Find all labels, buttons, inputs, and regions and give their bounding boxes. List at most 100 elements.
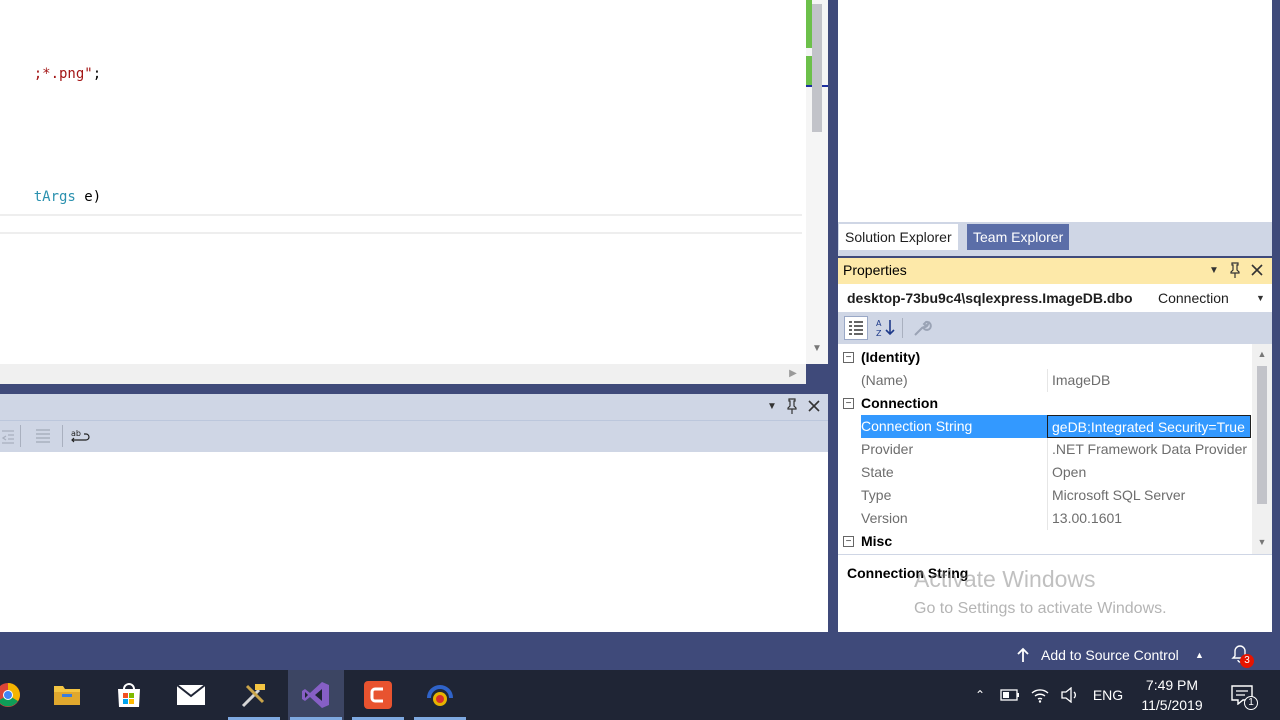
categorized-view-icon[interactable] (844, 316, 868, 340)
editor-horizontal-scrollbar[interactable]: ▶ (0, 364, 806, 384)
property-row-type[interactable]: Type Microsoft SQL Server (838, 484, 1250, 507)
tool-window-content (0, 452, 828, 632)
property-row-connection-string[interactable]: Connection String geDB;Integrated Securi… (838, 415, 1251, 438)
recorder-icon[interactable] (412, 670, 468, 720)
tools-app-icon[interactable] (226, 670, 282, 720)
property-row-provider[interactable]: Provider .NET Framework Data Provider (838, 438, 1250, 461)
code-line: ;*.png"; (0, 50, 101, 98)
property-value-editor[interactable]: geDB;Integrated Security=True (1047, 415, 1251, 438)
svg-text:A: A (876, 319, 882, 328)
tab-solution-explorer[interactable]: Solution Explorer (839, 224, 958, 250)
pin-icon[interactable] (784, 397, 800, 415)
action-center-icon[interactable]: 1 (1224, 670, 1260, 720)
category-label: (Identity) (861, 349, 921, 365)
code-token: ;*.png" (33, 66, 93, 82)
tab-team-explorer[interactable]: Team Explorer (967, 224, 1070, 250)
language-indicator[interactable]: ENG (1088, 670, 1128, 720)
toolbar-separator (902, 318, 903, 338)
property-value[interactable]: 13.00.1601 (1047, 507, 1251, 530)
chrome-icon[interactable] (0, 670, 36, 720)
add-to-source-control-button[interactable]: Add to Source Control (1041, 647, 1179, 663)
word-wrap-icon[interactable]: ab (70, 427, 92, 445)
object-type: Connection (1158, 290, 1229, 306)
category-misc[interactable]: − Misc (838, 530, 1250, 553)
close-icon[interactable] (1249, 261, 1265, 279)
caret-up-icon[interactable]: ▲ (1195, 648, 1207, 662)
property-value[interactable]: .NET Framework Data Provider (1047, 438, 1251, 461)
object-name: desktop-73bu9c4\sqlexpress.ImageDB.dbo (847, 290, 1133, 306)
category-connection[interactable]: − Connection (838, 392, 1250, 415)
property-grid: − (Identity) (Name) ImageDB − Connection… (838, 344, 1272, 554)
window-splitter[interactable] (0, 384, 828, 394)
property-row-name[interactable]: (Name) ImageDB (838, 369, 1250, 392)
status-bar: Add to Source Control ▲ 3 (0, 640, 1280, 670)
scrollbar-thumb[interactable] (1257, 366, 1267, 504)
properties-title: Properties (843, 262, 907, 278)
camtasia-icon[interactable] (350, 670, 406, 720)
decrease-indent-icon[interactable] (0, 427, 16, 445)
visual-studio-icon[interactable] (288, 670, 344, 720)
scroll-down-arrow-icon[interactable]: ▼ (810, 342, 824, 356)
chevron-down-icon[interactable]: ▼ (764, 398, 780, 416)
close-icon[interactable] (806, 397, 822, 415)
svg-text:Z: Z (876, 329, 882, 338)
volume-icon[interactable] (1058, 670, 1082, 720)
property-name: Provider (861, 441, 914, 457)
notification-count-badge: 3 (1240, 654, 1254, 668)
store-icon[interactable] (101, 670, 157, 720)
property-value[interactable]: Microsoft SQL Server (1047, 484, 1251, 507)
property-name: (Name) (861, 372, 908, 388)
solution-explorer-content (838, 0, 1272, 222)
property-grid-scrollbar[interactable]: ▲ ▼ (1252, 344, 1272, 554)
alphabetical-sort-icon[interactable]: AZ (874, 316, 898, 340)
property-value[interactable]: ImageDB (1047, 369, 1251, 392)
property-pages-wrench-icon[interactable] (910, 316, 934, 340)
editor-vertical-scrollbar[interactable]: ▼ (806, 0, 828, 364)
scrollbar-thumb[interactable] (812, 4, 822, 132)
collapse-icon[interactable]: − (843, 352, 854, 363)
property-name: Connection String (861, 415, 1047, 438)
notifications-bell-icon[interactable]: 3 (1230, 644, 1256, 668)
collapse-icon[interactable]: − (843, 536, 854, 547)
property-row-state[interactable]: State Open (838, 461, 1250, 484)
clock-time: 7:49 PM (1145, 677, 1199, 693)
tool-window-title-bar: ▼ (0, 394, 828, 420)
file-explorer-icon[interactable] (39, 670, 95, 720)
arrow-up-icon (1014, 646, 1032, 664)
properties-object-selector[interactable]: desktop-73bu9c4\sqlexpress.ImageDB.dbo C… (838, 284, 1272, 312)
right-frame-border (1272, 0, 1280, 640)
wifi-icon[interactable] (1028, 670, 1052, 720)
code-editor[interactable]: ;*.png"; tArgs e) (0, 0, 806, 364)
dropdown-arrow-icon[interactable]: ▼ (1256, 291, 1268, 305)
scroll-up-arrow-icon[interactable]: ▲ (1255, 348, 1269, 360)
show-hidden-icons-caret-icon[interactable]: ⌃ (970, 670, 990, 720)
mail-icon[interactable] (163, 670, 219, 720)
property-name: State (861, 464, 894, 480)
scroll-right-arrow-icon[interactable]: ▶ (786, 366, 800, 382)
activate-windows-watermark-text: Go to Settings to activate Windows. (914, 600, 1167, 617)
battery-icon[interactable] (998, 670, 1022, 720)
action-center-badge: 1 (1244, 696, 1258, 710)
property-row-version[interactable]: Version 13.00.1601 (838, 507, 1250, 530)
property-value[interactable]: Open (1047, 461, 1251, 484)
category-label: Connection (861, 395, 938, 411)
properties-title-bar: Properties ▼ (838, 258, 1272, 284)
clock[interactable]: 7:49 PM 11/5/2019 (1136, 670, 1208, 720)
clock-date: 11/5/2019 (1141, 697, 1203, 713)
property-name: Version (861, 510, 908, 526)
activate-windows-watermark-title: Activate Windows (914, 566, 1096, 592)
chevron-down-icon[interactable]: ▼ (1206, 262, 1222, 280)
current-line-highlight (0, 214, 802, 234)
properties-toolbar: AZ (838, 312, 1272, 344)
svg-text:ab: ab (71, 429, 81, 438)
collapse-icon[interactable]: − (843, 398, 854, 409)
code-token: e) (75, 189, 102, 205)
toolbar-separator (62, 425, 63, 447)
property-name: Type (861, 487, 892, 503)
pin-icon[interactable] (1227, 261, 1243, 279)
category-label: Misc (861, 533, 893, 549)
list-icon[interactable] (34, 427, 52, 445)
scroll-down-arrow-icon[interactable]: ▼ (1255, 536, 1269, 548)
toolbar-separator (20, 425, 21, 447)
category-identity[interactable]: − (Identity) (838, 346, 1250, 369)
